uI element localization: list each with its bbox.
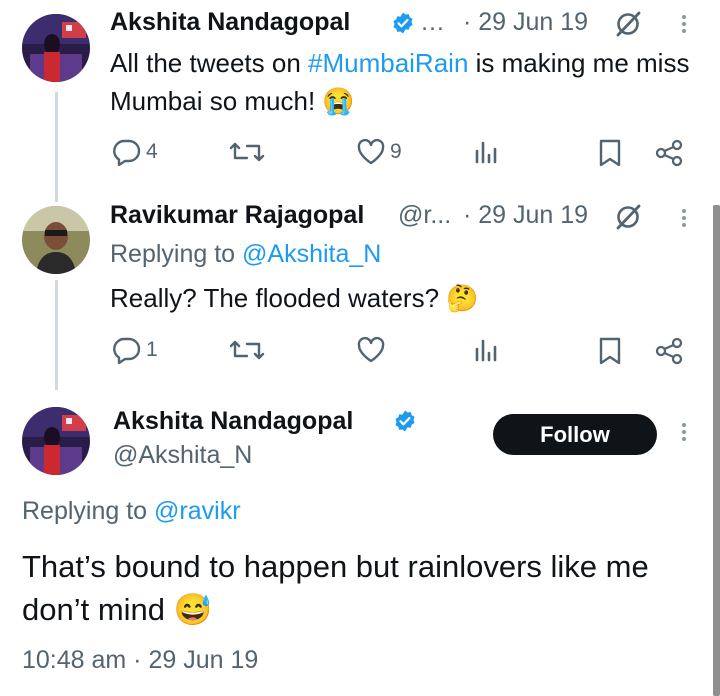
retweet-icon	[229, 142, 265, 162]
mention-link[interactable]: @Akshita_N	[242, 240, 381, 268]
tweet-time[interactable]: · 29 Jun 19	[463, 8, 588, 37]
grok-icon[interactable]	[614, 203, 642, 236]
retweet-button[interactable]	[229, 138, 265, 166]
like-button[interactable]	[356, 336, 390, 364]
display-name[interactable]: Ravikumar Rajagopal	[110, 201, 364, 230]
thread-line	[55, 280, 58, 390]
views-button[interactable]	[473, 336, 501, 364]
bookmark-button[interactable]	[596, 138, 624, 168]
handle[interactable]: …	[420, 8, 445, 37]
bookmark-button[interactable]	[596, 336, 624, 366]
display-name[interactable]: Akshita Nandagopal	[110, 8, 350, 37]
avatar[interactable]	[22, 206, 90, 274]
reply-icon	[113, 337, 141, 364]
bookmark-icon	[599, 337, 621, 365]
reply-count: 1	[146, 338, 158, 361]
hashtag-link[interactable]: #MumbaiRain	[308, 48, 468, 78]
replying-to-line: Replying to @Akshita_N	[110, 240, 382, 268]
reply-count: 4	[146, 140, 158, 163]
grok-icon[interactable]	[614, 10, 642, 43]
follow-button[interactable]: Follow	[493, 414, 657, 455]
handle[interactable]: @r...	[398, 201, 451, 230]
mention-link[interactable]: @ravikr	[154, 497, 241, 525]
like-icon	[357, 336, 385, 363]
verified-badge-icon	[393, 409, 417, 438]
like-button[interactable]: 9	[356, 138, 402, 166]
replying-to-line: Replying to @ravikr	[22, 497, 241, 525]
tweet-text: That’s bound to happen but rainlovers li…	[22, 549, 649, 627]
share-icon	[655, 337, 683, 365]
reply-button[interactable]: 1	[110, 336, 158, 364]
share-icon	[655, 139, 683, 167]
more-icon[interactable]	[681, 15, 687, 33]
views-icon	[475, 339, 497, 362]
like-icon	[357, 138, 385, 165]
retweet-icon	[229, 340, 265, 360]
scrollbar[interactable]	[713, 205, 720, 696]
avatar[interactable]	[22, 407, 90, 475]
verified-badge-icon	[391, 11, 415, 40]
handle[interactable]: @Akshita_N	[113, 441, 252, 470]
tweet-timestamp[interactable]: 10:48 am · 29 Jun 19	[22, 646, 258, 675]
bookmark-icon	[599, 139, 621, 167]
share-button[interactable]	[654, 336, 684, 366]
views-icon	[475, 141, 497, 164]
more-icon[interactable]	[681, 423, 687, 441]
retweet-button[interactable]	[229, 336, 265, 364]
more-icon[interactable]	[681, 209, 687, 227]
display-name[interactable]: Akshita Nandagopal	[113, 407, 353, 436]
like-count: 9	[390, 140, 402, 163]
share-button[interactable]	[654, 138, 684, 168]
reply-button[interactable]: 4	[110, 138, 158, 166]
tweet-text: Really? The flooded waters? 🤔	[110, 283, 479, 313]
avatar[interactable]	[22, 14, 90, 82]
reply-icon	[113, 139, 141, 166]
thread-line	[55, 92, 58, 202]
tweet-time[interactable]: · 29 Jun 19	[463, 201, 588, 230]
views-button[interactable]	[473, 138, 501, 166]
tweet-text: All the tweets on #MumbaiRain is making …	[110, 48, 690, 116]
